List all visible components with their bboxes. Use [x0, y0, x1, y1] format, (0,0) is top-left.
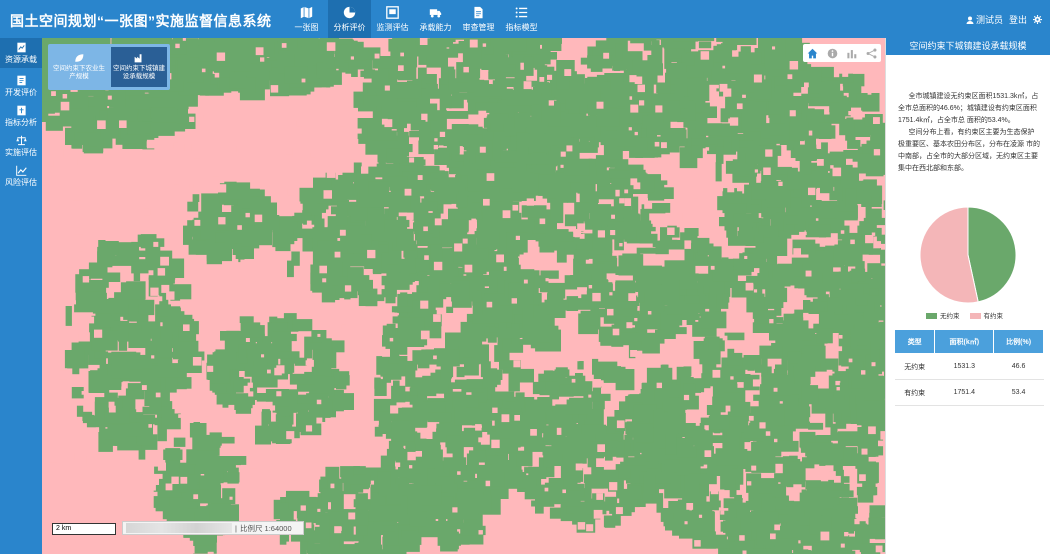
- land-constraint-map: [42, 38, 885, 554]
- nav-item-capacity[interactable]: 承载能力: [414, 0, 457, 38]
- table-header-row: 类型 面积(k㎡) 比例(%): [893, 329, 1044, 354]
- scale-ratio: 比例尺 1:64000: [239, 523, 292, 533]
- nav-item-index-model[interactable]: 指标模型: [500, 0, 543, 38]
- app-title: 国土空间规划“一张图”实施监督信息系统: [10, 13, 272, 29]
- legend-label-unconstrained: 无约束: [940, 313, 960, 320]
- gear-icon[interactable]: [1033, 15, 1042, 24]
- tab-agriculture-scale-label: 空间约束下农业生产规模: [53, 64, 105, 80]
- table-header-area: 面积(k㎡): [934, 329, 995, 354]
- chart-legend: 无约束 有约束: [926, 310, 1003, 320]
- map-view[interactable]: 空间约束下农业生产规模 空间约束下城镇建设承载规模 2 km | 比例尺 1:6…: [42, 38, 885, 554]
- sidebar-item-dev-eval-label: 开发评价: [5, 87, 37, 97]
- truck-icon: [429, 8, 442, 18]
- user-menu[interactable]: 测试员: [966, 13, 1003, 26]
- tab-urban-construction-scale[interactable]: 空间约束下城镇建设承载规模: [111, 47, 167, 87]
- table-cell: 无约束: [894, 353, 935, 380]
- resource-icon: [16, 42, 26, 52]
- sidebar-item-resource[interactable]: 资源承载: [0, 38, 42, 68]
- info-icon[interactable]: [827, 48, 838, 59]
- panel-title: 空间约束下城镇建设承载规模: [886, 38, 1050, 55]
- top-header: 国土空间规划“一张图”实施监督信息系统 一张图 分析评价 监测评估 承载能力 审…: [0, 0, 1050, 38]
- share-icon[interactable]: [866, 48, 877, 59]
- table-cell: 有约束: [894, 379, 935, 406]
- monitor-icon: [386, 5, 399, 19]
- table-row: 无约束 1531.3 46.6: [894, 353, 1044, 380]
- analysis-panel: 空间约束下城镇建设承载规模 全市城镇建设无约束区面积1531.3k㎡，占全市总面…: [885, 38, 1050, 554]
- area-table: 类型 面积(k㎡) 比例(%) 无约束 1531.3 46.6 有约束 1751…: [893, 329, 1044, 406]
- sidebar-item-risk[interactable]: 风险评估: [0, 164, 42, 188]
- logout-link[interactable]: 登出: [1009, 13, 1027, 26]
- panel-paragraph-2: 空间分布上看，有约束区主要为生态保护极重要区、基本农田分布区，分布在凌源 市的中…: [898, 129, 1040, 172]
- balance-scale-icon: [15, 135, 27, 145]
- factory-icon: [134, 53, 142, 62]
- table-header-type: 类型: [893, 329, 936, 354]
- nav-item-monitor[interactable]: 监测评估: [371, 0, 414, 38]
- sidebar-item-implementation[interactable]: 实施评估: [0, 134, 42, 158]
- user-name: 测试员: [975, 15, 1003, 25]
- scale-bar: 2 km: [52, 523, 116, 535]
- nav-item-monitor-label: 监测评估: [376, 22, 409, 32]
- map-layer-tabs: 空间约束下农业生产规模 空间约束下城镇建设承载规模: [48, 44, 170, 90]
- map-toolbar: [803, 44, 881, 62]
- nav-item-capacity-label: 承载能力: [419, 22, 452, 32]
- index-analysis-icon: [16, 105, 26, 115]
- nav-item-map-label: 一张图: [294, 22, 319, 32]
- table-cell: 1751.4: [934, 379, 994, 406]
- panel-paragraph-1: 全市城镇建设无约束区面积1531.3k㎡，占全市总面积的46.6%；城镇建设有约…: [898, 93, 1039, 124]
- nav-item-map[interactable]: 一张图: [285, 0, 328, 38]
- list-icon: [515, 6, 528, 18]
- sidebar-item-index-analysis[interactable]: 指标分析: [0, 104, 42, 128]
- user-icon: [966, 16, 974, 24]
- table-cell: 53.4: [993, 379, 1044, 406]
- table-cell: 1531.3: [934, 353, 994, 380]
- nav-item-analysis-label: 分析评价: [333, 22, 366, 32]
- sidebar-item-index-analysis-label: 指标分析: [5, 117, 37, 127]
- bar-chart-icon[interactable]: [846, 48, 857, 59]
- coordinate-readout: | 比例尺 1:64000: [122, 521, 304, 535]
- table-header-ratio: 比例(%): [993, 329, 1044, 354]
- table-row: 有约束 1751.4 53.4: [894, 379, 1044, 406]
- pie-chart-icon: [343, 6, 356, 18]
- dev-eval-icon: [16, 75, 26, 85]
- document-icon: [474, 6, 483, 18]
- left-sidebar: 资源承载 开发评价 指标分析 实施评估 风险评估: [0, 38, 42, 554]
- main-nav: 一张图 分析评价 监测评估 承载能力 审查管理 指标模型: [285, 0, 543, 38]
- tab-agriculture-scale[interactable]: 空间约束下农业生产规模: [51, 47, 107, 87]
- coordinate-value-blurred: [126, 523, 232, 533]
- sidebar-item-resource-label: 资源承载: [5, 54, 37, 64]
- home-icon[interactable]: [807, 48, 818, 59]
- panel-description: 全市城镇建设无约束区面积1531.3k㎡，占全市总面积的46.6%；城镇建设有约…: [886, 55, 1050, 175]
- legend-item-unconstrained[interactable]: 无约束: [926, 310, 960, 320]
- sidebar-item-dev-eval[interactable]: 开发评价: [0, 74, 42, 98]
- pie-chart-svg: [919, 206, 1017, 304]
- user-area: 测试员 登出: [966, 13, 1042, 26]
- trend-chart-icon: [15, 165, 27, 176]
- nav-item-index-model-label: 指标模型: [505, 22, 538, 32]
- nav-item-review-label: 审查管理: [462, 22, 495, 32]
- table-cell: 46.6: [993, 353, 1044, 380]
- legend-label-constrained: 有约束: [983, 313, 1004, 320]
- sidebar-item-implementation-label: 实施评估: [5, 147, 37, 157]
- map-icon: [300, 6, 313, 18]
- sidebar-item-risk-label: 风险评估: [5, 177, 37, 187]
- tab-urban-construction-scale-label: 空间约束下城镇建设承载规模: [113, 64, 165, 80]
- leaf-icon: [75, 53, 84, 62]
- nav-item-analysis[interactable]: 分析评价: [328, 0, 371, 38]
- nav-item-review[interactable]: 审查管理: [457, 0, 500, 38]
- legend-item-constrained[interactable]: 有约束: [969, 310, 1004, 320]
